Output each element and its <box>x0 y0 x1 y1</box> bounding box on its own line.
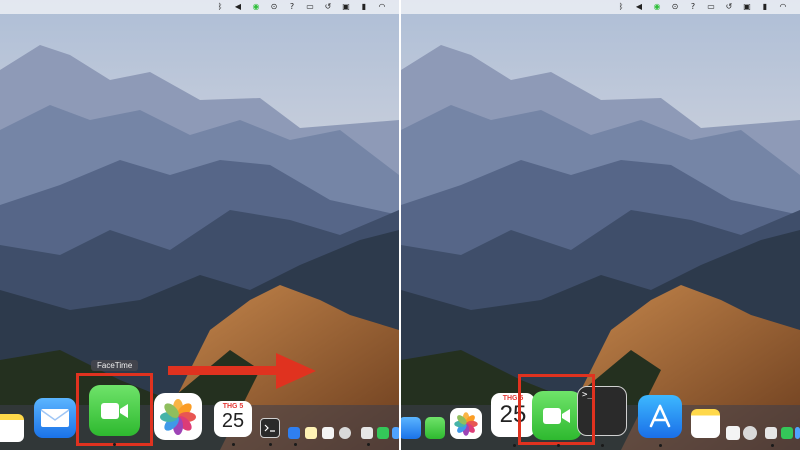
finder-mini-icon[interactable] <box>392 427 399 439</box>
wifi-icon[interactable]: ◠ <box>778 2 788 12</box>
screen-mirror-icon[interactable]: ▣ <box>341 2 351 12</box>
photos-flower-icon <box>454 411 478 436</box>
calendar-app-icon[interactable]: THG 5 25 <box>214 401 252 437</box>
envelope-icon <box>40 409 70 427</box>
highlight-box <box>76 373 153 446</box>
textedit-mini-icon[interactable] <box>322 427 334 439</box>
notes-mini-icon[interactable] <box>305 427 317 439</box>
running-indicator <box>771 444 774 447</box>
display-icon[interactable]: ▭ <box>305 2 315 12</box>
finder-mini-icon[interactable] <box>795 427 800 439</box>
volume-icon[interactable]: ◀︎ <box>634 2 644 12</box>
messages-mini-icon[interactable] <box>781 427 793 439</box>
running-indicator <box>513 444 516 447</box>
app-store-a-icon <box>649 404 671 427</box>
menu-bar: ᛒ ◀︎ ◉ ⊙ ? ▭ ↺ ▣ ▮ ◠ <box>401 0 800 14</box>
battery-icon[interactable]: ▮ <box>760 2 770 12</box>
running-indicator <box>294 443 297 446</box>
running-indicator <box>367 443 370 446</box>
time-machine-icon[interactable]: ↺ <box>323 2 333 12</box>
calculator-mini-icon[interactable] <box>765 427 777 439</box>
photos-flower-icon <box>160 398 196 435</box>
photos-app-icon[interactable] <box>154 393 202 440</box>
messages-mini-icon[interactable] <box>377 427 389 439</box>
photos-app-icon[interactable] <box>450 408 482 439</box>
terminal-app-icon[interactable] <box>260 418 280 438</box>
bluetooth-icon[interactable]: ᛒ <box>616 2 626 12</box>
running-indicator <box>113 443 116 446</box>
screenshot-after: ᛒ ◀︎ ◉ ⊙ ? ▭ ↺ ▣ ▮ ◠ THG 5 25 >_ <box>401 0 800 450</box>
calendar-day: 25 <box>221 410 245 432</box>
menu-bar: ᛒ ◀︎ ◉ ⊙ ? ▭ ↺ ▣ ▮ ◠ <box>0 0 399 14</box>
highlight-box <box>518 374 595 445</box>
screenshot-before: ᛒ ◀︎ ◉ ⊙ ? ▭ ↺ ▣ ▮ ◠ FaceTime THG 5 25 <box>0 0 399 450</box>
battery-icon[interactable]: ▮ <box>359 2 369 12</box>
running-indicator <box>557 444 560 447</box>
textedit-mini-icon[interactable] <box>726 426 740 440</box>
facetime-mini-icon[interactable] <box>425 417 445 439</box>
volume-icon[interactable]: ◀︎ <box>233 2 243 12</box>
mail-app-icon[interactable] <box>401 417 421 439</box>
wifi-icon[interactable]: ◠ <box>377 2 387 12</box>
display-icon[interactable]: ▭ <box>706 2 716 12</box>
screen-mirror-icon[interactable]: ▣ <box>742 2 752 12</box>
bluetooth-icon[interactable]: ᛒ <box>215 2 225 12</box>
help-icon[interactable]: ? <box>688 2 698 12</box>
app-store-mini-icon[interactable] <box>288 427 300 439</box>
notes-app-icon[interactable] <box>691 409 720 438</box>
right-arrow-icon <box>168 353 316 389</box>
running-indicator <box>601 444 604 447</box>
running-indicator <box>269 443 272 446</box>
settings-mini-icon[interactable] <box>743 426 757 440</box>
help-icon[interactable]: ? <box>287 2 297 12</box>
app-store-app-icon[interactable] <box>638 395 682 438</box>
grammarly-icon[interactable]: ◉ <box>652 2 662 12</box>
running-indicator <box>659 444 662 447</box>
calculator-mini-icon[interactable] <box>361 427 373 439</box>
notes-app-icon[interactable] <box>0 414 24 442</box>
mountain-wallpaper <box>401 0 800 450</box>
record-icon[interactable]: ⊙ <box>670 2 680 12</box>
app-tooltip: FaceTime <box>91 360 139 371</box>
prompt-icon <box>264 424 275 432</box>
mail-app-icon[interactable] <box>34 398 76 438</box>
running-indicator <box>232 443 235 446</box>
time-machine-icon[interactable]: ↺ <box>724 2 734 12</box>
record-icon[interactable]: ⊙ <box>269 2 279 12</box>
settings-mini-icon[interactable] <box>339 427 351 439</box>
calendar-month: THG 5 <box>222 403 244 410</box>
grammarly-icon[interactable]: ◉ <box>251 2 261 12</box>
